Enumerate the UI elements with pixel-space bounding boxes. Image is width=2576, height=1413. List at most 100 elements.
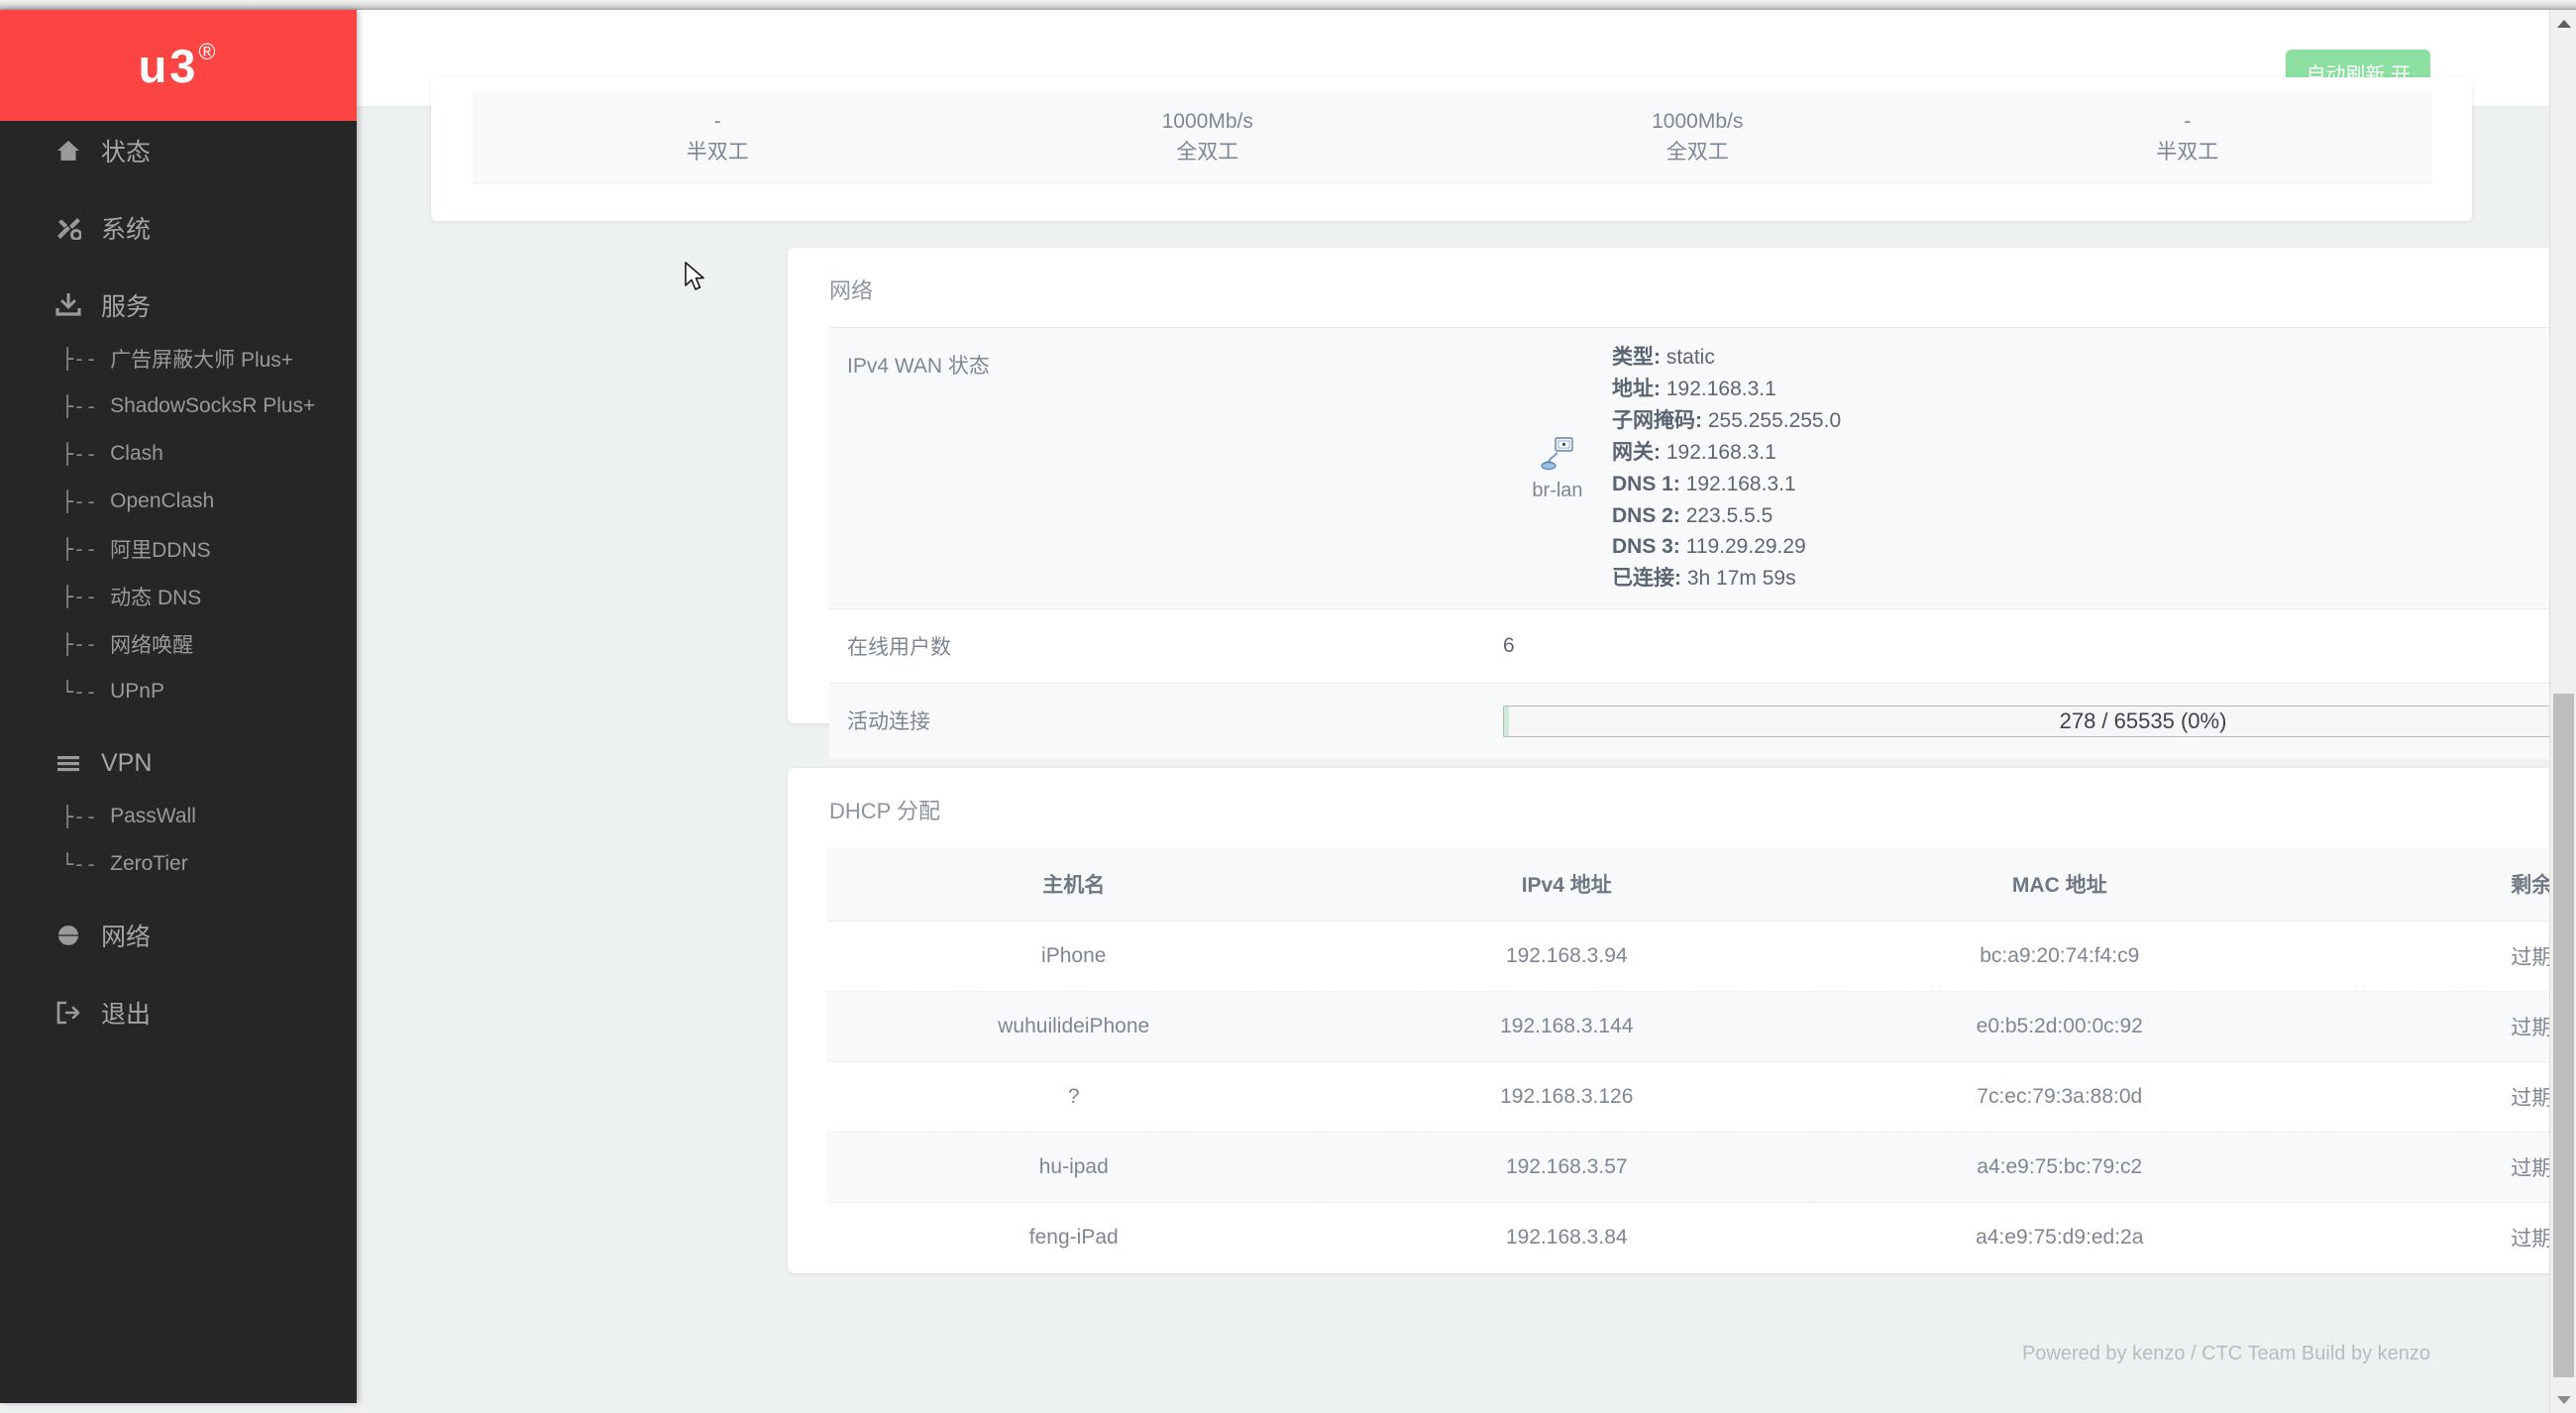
dhcp-cell-host: hu-ipad (827, 1133, 1321, 1203)
dhcp-cell-lease: 过期时间 (2307, 1062, 2576, 1133)
footer-credit: Powered by kenzo / CTC Team Build by ken… (2022, 1343, 2430, 1365)
scroll-down-arrow-icon[interactable] (2550, 1386, 2576, 1413)
table-row: iPhone192.168.3.94bc:a9:20:74:f4:c9过期时间 (827, 922, 2576, 992)
list-icon (52, 748, 85, 778)
tree-branch-icon: ├-- (61, 632, 97, 656)
wan-detail-line: 地址: 192.168.3.1 (1612, 374, 1841, 405)
dhcp-cell-mac: bc:a9:20:74:f4:c9 (1813, 922, 2307, 992)
tree-branch-icon: ├-- (61, 489, 97, 513)
download-icon (52, 290, 85, 320)
wan-detail-line: 类型: static (1612, 342, 1841, 374)
wan-detail-value: 119.29.29.29 (1680, 535, 1806, 558)
sidebar-item-label: 退出 (101, 995, 151, 1031)
dhcp-table-head: 主机名IPv4 地址MAC 地址剩余租期 (827, 847, 2576, 922)
sidebar-item-label: 状态 (101, 133, 151, 168)
online-users-value: 6 (1503, 609, 2576, 683)
tree-branch-icon: └-- (61, 680, 97, 704)
nav-spacer (0, 258, 357, 275)
interface-duplex-card: -半双工1000Mb/s全双工1000Mb/s全双工-半双工 (431, 77, 2472, 221)
brand-logo[interactable]: u3® (0, 10, 357, 121)
dhcp-table-body: iPhone192.168.3.94bc:a9:20:74:f4:c9过期时间w… (827, 922, 2576, 1273)
sidebar-subitem-10[interactable]: └--UPnP (0, 668, 357, 715)
online-users-label: 在线用户数 (829, 609, 1503, 683)
tools-icon (52, 213, 85, 243)
sidebar-subitem-label: OpenClash (110, 489, 214, 513)
sidebar-subitem-label: 广告屏蔽大师 Plus+ (110, 344, 293, 374)
active-connections-text: 278 / 65535 (0%) (2060, 708, 2227, 734)
dhcp-cell-host: wuhuilideiPhone (827, 992, 1321, 1062)
wan-detail-line: DNS 3: 119.29.29.29 (1612, 531, 1841, 563)
wan-detail-value: static (1661, 346, 1715, 369)
nav-spacer (0, 180, 357, 198)
wan-detail-key: 已连接: (1612, 567, 1681, 590)
wan-interface: br-lan (1503, 434, 1612, 502)
wan-status-value: br-lan 类型: static地址: 192.168.3.1子网掩码: 25… (1503, 328, 2576, 608)
sidebar-subitem-label: 网络唤醒 (110, 629, 193, 659)
logout-icon (52, 998, 85, 1028)
sidebar-subitem-6[interactable]: ├-- OpenClash (0, 478, 357, 525)
wan-detail-key: DNS 1: (1612, 473, 1680, 495)
wan-detail-list: 类型: static地址: 192.168.3.1子网掩码: 255.255.2… (1612, 342, 1841, 595)
wan-detail-key: DNS 2: (1612, 504, 1680, 527)
link-duplex: 半双工 (687, 138, 749, 167)
sidebar-subitem-3[interactable]: ├-- 广告屏蔽大师 Plus+ (0, 335, 357, 382)
wan-detail-line: DNS 2: 223.5.5.5 (1612, 500, 1841, 532)
wan-detail-line: 网关: 192.168.3.1 (1612, 437, 1841, 469)
wan-status-label: IPv4 WAN 状态 (829, 328, 1503, 608)
dhcp-cell-host: feng-iPad (827, 1203, 1321, 1273)
sidebar-subitem-4[interactable]: ├--ShadowSocksR Plus+ (0, 382, 357, 430)
wan-detail-line: 子网掩码: 255.255.255.0 (1612, 405, 1841, 437)
sidebar-subitem-8[interactable]: ├--动态 DNS (0, 573, 357, 620)
sidebar-subitem-9[interactable]: ├-- 网络唤醒 (0, 620, 357, 668)
window-chrome-bar (0, 0, 2576, 10)
sidebar-item-label: 系统 (101, 210, 151, 246)
tree-branch-icon: ├-- (61, 537, 97, 561)
sidebar-item-1[interactable]: 系统 (0, 198, 357, 258)
progress-fill (1504, 706, 1509, 736)
wan-detail-value: 255.255.255.0 (1702, 409, 1841, 432)
link-speed: - (714, 107, 721, 137)
link-speed: - (2184, 107, 2191, 137)
sidebar-item-2[interactable]: 服务 (0, 275, 357, 335)
sidebar-subitem-label: ShadowSocksR Plus+ (110, 394, 315, 418)
dhcp-cell-ipv4: 192.168.3.144 (1321, 992, 1814, 1062)
sidebar-item-15[interactable]: 退出 (0, 983, 357, 1042)
vertical-scrollbar[interactable] (2549, 10, 2576, 1413)
sidebar-subitem-label: Clash (110, 442, 163, 466)
network-card-title: 网络 (788, 248, 2576, 327)
dhcp-cell-lease: 过期时间 (2307, 1133, 2576, 1203)
scrollbar-thumb[interactable] (2553, 694, 2574, 1377)
sidebar-item-11[interactable]: VPN (0, 733, 357, 793)
sidebar-subitem-13[interactable]: └--ZeroTier (0, 840, 357, 888)
wan-detail-value: 223.5.5.5 (1680, 504, 1772, 527)
link-speed: 1000Mb/s (1162, 107, 1253, 137)
active-connections-value: 278 / 65535 (0%) (1503, 684, 2576, 759)
sidebar-subitem-12[interactable]: ├--PassWall (0, 793, 357, 840)
dhcp-cell-ipv4: 192.168.3.84 (1321, 1203, 1814, 1273)
tree-branch-icon: └-- (61, 852, 97, 876)
sidebar-subitem-5[interactable]: ├--Clash (0, 430, 357, 478)
browser-window: u3® 状态系统服务├--广告屏蔽大师 Plus+├--ShadowSocksR… (0, 0, 2576, 1413)
sidebar-subitem-7[interactable]: ├--阿里DDNS (0, 525, 357, 573)
wan-status-row: IPv4 WAN 状态 (829, 328, 2576, 609)
dhcp-cell-lease: 过期时间 (2307, 992, 2576, 1062)
duplex-strip: -半双工1000Mb/s全双工1000Mb/s全双工-半双工 (473, 92, 2432, 183)
wan-detail-line: DNS 1: 192.168.3.1 (1612, 469, 1841, 500)
scroll-up-arrow-icon[interactable] (2550, 10, 2576, 37)
dhcp-column-header: 剩余租期 (2307, 847, 2576, 922)
wan-detail-key: 子网掩码: (1612, 409, 1702, 432)
link-duplex: 全双工 (1666, 138, 1729, 167)
sidebar: u3® 状态系统服务├--广告屏蔽大师 Plus+├--ShadowSocksR… (0, 10, 357, 1403)
link-speed: 1000Mb/s (1652, 107, 1743, 137)
triangle-up-icon (2557, 20, 2571, 28)
sidebar-item-0[interactable]: 状态 (0, 121, 357, 180)
main-content: 自动刷新 开 -半双工1000Mb/s全双工1000Mb/s全双工-半双工 网络… (357, 10, 2549, 1403)
sidebar-subitem-label: 动态 DNS (110, 582, 201, 611)
brand-name: u3 (139, 40, 199, 92)
sidebar-item-14[interactable]: 网络 (0, 906, 357, 965)
sidebar-subitem-label: PassWall (110, 805, 196, 828)
dhcp-cell-mac: a4:e9:75:d9:ed:2a (1813, 1203, 2307, 1273)
network-card: 网络 IPv4 WAN 状态 (788, 248, 2576, 723)
tree-branch-icon: ├-- (61, 347, 97, 371)
sidebar-item-label: 网络 (101, 918, 151, 953)
